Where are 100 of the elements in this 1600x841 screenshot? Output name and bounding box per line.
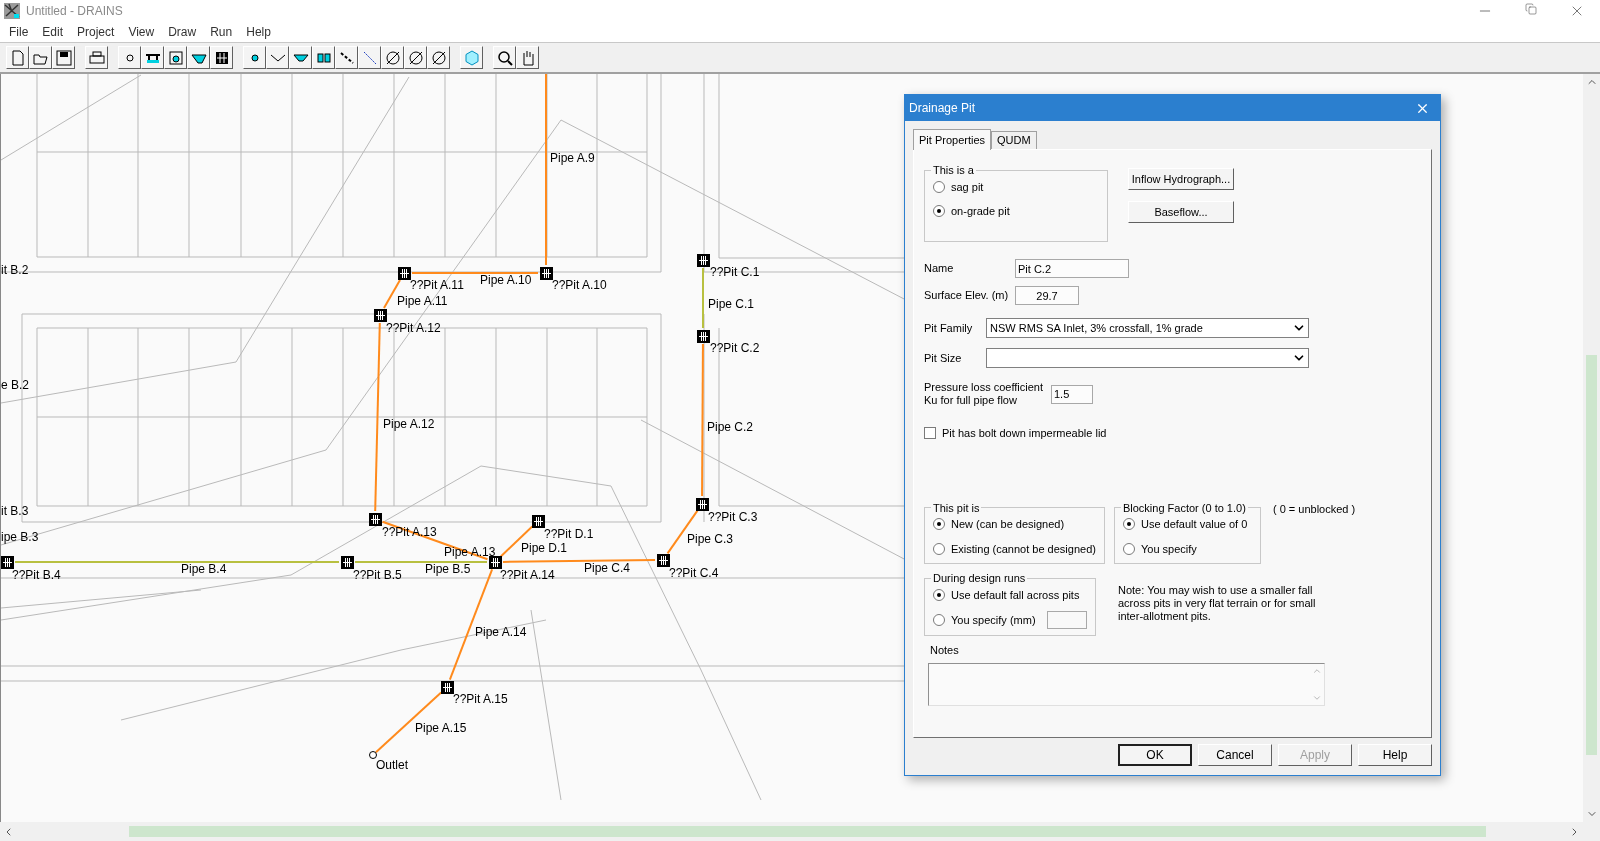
dialog-button[interactable]: Baseflow... bbox=[1128, 201, 1234, 223]
pit-icon[interactable] bbox=[697, 254, 710, 267]
pit-icon[interactable] bbox=[341, 556, 354, 569]
toolbar-button[interactable] bbox=[381, 46, 404, 69]
group-label: Blocking Factor (0 to 1.0) bbox=[1121, 500, 1247, 516]
toolbar-button[interactable] bbox=[29, 46, 52, 69]
pit-icon[interactable] bbox=[441, 681, 454, 694]
pit-label: ??Pit B.4 bbox=[12, 568, 61, 582]
toolbar-button[interactable] bbox=[243, 46, 266, 69]
input-field[interactable]: 29.7 bbox=[1015, 286, 1079, 305]
toolbar-button[interactable] bbox=[460, 46, 483, 69]
window-title: Untitled - DRAINS bbox=[26, 3, 123, 20]
pipe-label: Pipe C.2 bbox=[707, 420, 754, 434]
pipe-label: Pipe A.11 bbox=[397, 294, 448, 308]
menu-item[interactable]: File bbox=[2, 23, 36, 41]
field-label: Surface Elev. (m) bbox=[924, 288, 1010, 304]
pit-icon[interactable] bbox=[398, 267, 411, 280]
field-label: Notes bbox=[930, 643, 960, 658]
scrollbar-thumb[interactable] bbox=[129, 826, 1486, 837]
pit-label: ??Pit C.4 bbox=[669, 566, 719, 580]
pit-label: ??Pit A.14 bbox=[500, 568, 555, 582]
pipe-label: Pipe A.15 bbox=[415, 721, 467, 735]
pit-icon[interactable] bbox=[540, 267, 553, 280]
pit-icon[interactable] bbox=[532, 515, 545, 528]
tab[interactable]: Pit Properties bbox=[913, 129, 992, 150]
toolbar-button[interactable] bbox=[6, 46, 29, 69]
menu-item[interactable]: Edit bbox=[35, 23, 71, 41]
radio-button[interactable] bbox=[933, 614, 945, 626]
field-label: Pit Size bbox=[924, 350, 963, 366]
radio-label: Use default fall across pits bbox=[951, 587, 1080, 603]
pit-icon[interactable] bbox=[1, 556, 14, 569]
dialog-title: Drainage Pit bbox=[909, 100, 976, 117]
pit-icon[interactable] bbox=[696, 498, 709, 511]
toolbar-button[interactable] bbox=[141, 46, 164, 69]
menu-item[interactable]: View bbox=[121, 23, 162, 41]
input-field[interactable]: 1.5 bbox=[1051, 384, 1093, 404]
pipe-label: ipe B.3 bbox=[1, 530, 39, 544]
toolbar-button[interactable] bbox=[404, 46, 427, 69]
menu-item[interactable]: Project bbox=[70, 23, 122, 41]
pit-icon[interactable] bbox=[657, 554, 670, 567]
menu-item[interactable]: Help bbox=[239, 23, 278, 41]
radio-button[interactable] bbox=[1122, 542, 1135, 555]
dialog-button[interactable]: Inflow Hydrograph... bbox=[1128, 168, 1234, 190]
toolbar-button[interactable] bbox=[427, 46, 450, 69]
radio-button[interactable] bbox=[1122, 518, 1135, 531]
crossed-circle-icon bbox=[406, 48, 425, 67]
pit-label: ??Pit C.2 bbox=[710, 341, 760, 355]
pit-icon[interactable] bbox=[489, 556, 502, 569]
pit-icon[interactable] bbox=[697, 330, 710, 343]
toolbar-button[interactable] bbox=[118, 46, 141, 69]
toolbar-button[interactable] bbox=[164, 46, 187, 69]
toolbar-button[interactable] bbox=[52, 46, 75, 69]
outlet-label: Outlet bbox=[376, 758, 408, 772]
input-field[interactable] bbox=[1047, 611, 1087, 629]
dialog-button[interactable]: Help bbox=[1358, 744, 1432, 766]
radio-button[interactable] bbox=[933, 205, 945, 218]
tab[interactable]: QUDM bbox=[991, 131, 1037, 149]
toolbar-button[interactable] bbox=[210, 46, 233, 69]
dropdown[interactable]: NSW RMS SA Inlet, 3% crossfall, 1% grade bbox=[986, 318, 1309, 338]
horizontal-scrollbar[interactable] bbox=[0, 822, 1600, 841]
radio-button[interactable] bbox=[933, 518, 945, 531]
radio-label: Existing (cannot be designed) bbox=[951, 541, 1096, 557]
group-label: During design runs bbox=[932, 571, 1027, 586]
pit-icon[interactable] bbox=[374, 309, 387, 322]
toolbar-button[interactable] bbox=[289, 46, 312, 69]
outlet-icon[interactable] bbox=[369, 751, 377, 759]
pipe-label: Pipe B.4 bbox=[181, 562, 227, 576]
pipe-label: Pipe A.13 bbox=[444, 545, 496, 559]
toolbar-button[interactable] bbox=[187, 46, 210, 69]
pit-label: ??Pit A.12 bbox=[386, 321, 441, 335]
radio-button[interactable] bbox=[933, 542, 945, 555]
checkbox[interactable] bbox=[924, 427, 936, 440]
toolbar-button[interactable] bbox=[335, 46, 358, 69]
save-icon bbox=[54, 48, 73, 67]
toolbar-button[interactable] bbox=[266, 46, 289, 69]
pipe-label: Pipe C.3 bbox=[687, 532, 734, 546]
dialog-button[interactable]: OK bbox=[1118, 744, 1192, 766]
pit-label: ??Pit D.1 bbox=[544, 527, 594, 541]
group-label: This pit is bbox=[932, 500, 981, 516]
dialog-button[interactable]: Cancel bbox=[1198, 744, 1272, 766]
pipe-label: Pipe A.14 bbox=[475, 625, 527, 639]
toolbar-button[interactable] bbox=[493, 46, 516, 69]
radio-button[interactable] bbox=[933, 180, 945, 193]
pit-label: ??Pit B.5 bbox=[353, 568, 402, 582]
radio-button[interactable] bbox=[933, 588, 945, 601]
pit-icon[interactable] bbox=[369, 513, 382, 526]
pipe-label: it B.2 bbox=[1, 263, 29, 277]
toolbar-button[interactable] bbox=[516, 46, 539, 69]
toolbar-button[interactable] bbox=[312, 46, 335, 69]
field-label: Name bbox=[924, 261, 955, 277]
menu-item[interactable]: Run bbox=[203, 23, 240, 41]
radio-label: sag pit bbox=[951, 179, 984, 195]
vertical-scrollbar[interactable] bbox=[1583, 74, 1600, 822]
menu-item[interactable]: Draw bbox=[161, 23, 204, 41]
toolbar-button[interactable] bbox=[85, 46, 108, 69]
dropdown[interactable] bbox=[986, 348, 1309, 368]
toolbar-button[interactable] bbox=[358, 46, 381, 69]
input-field[interactable]: Pit C.2 bbox=[1015, 259, 1129, 278]
scrollbar-thumb[interactable] bbox=[1586, 355, 1597, 755]
pit-label: ??Pit C.1 bbox=[710, 265, 760, 279]
